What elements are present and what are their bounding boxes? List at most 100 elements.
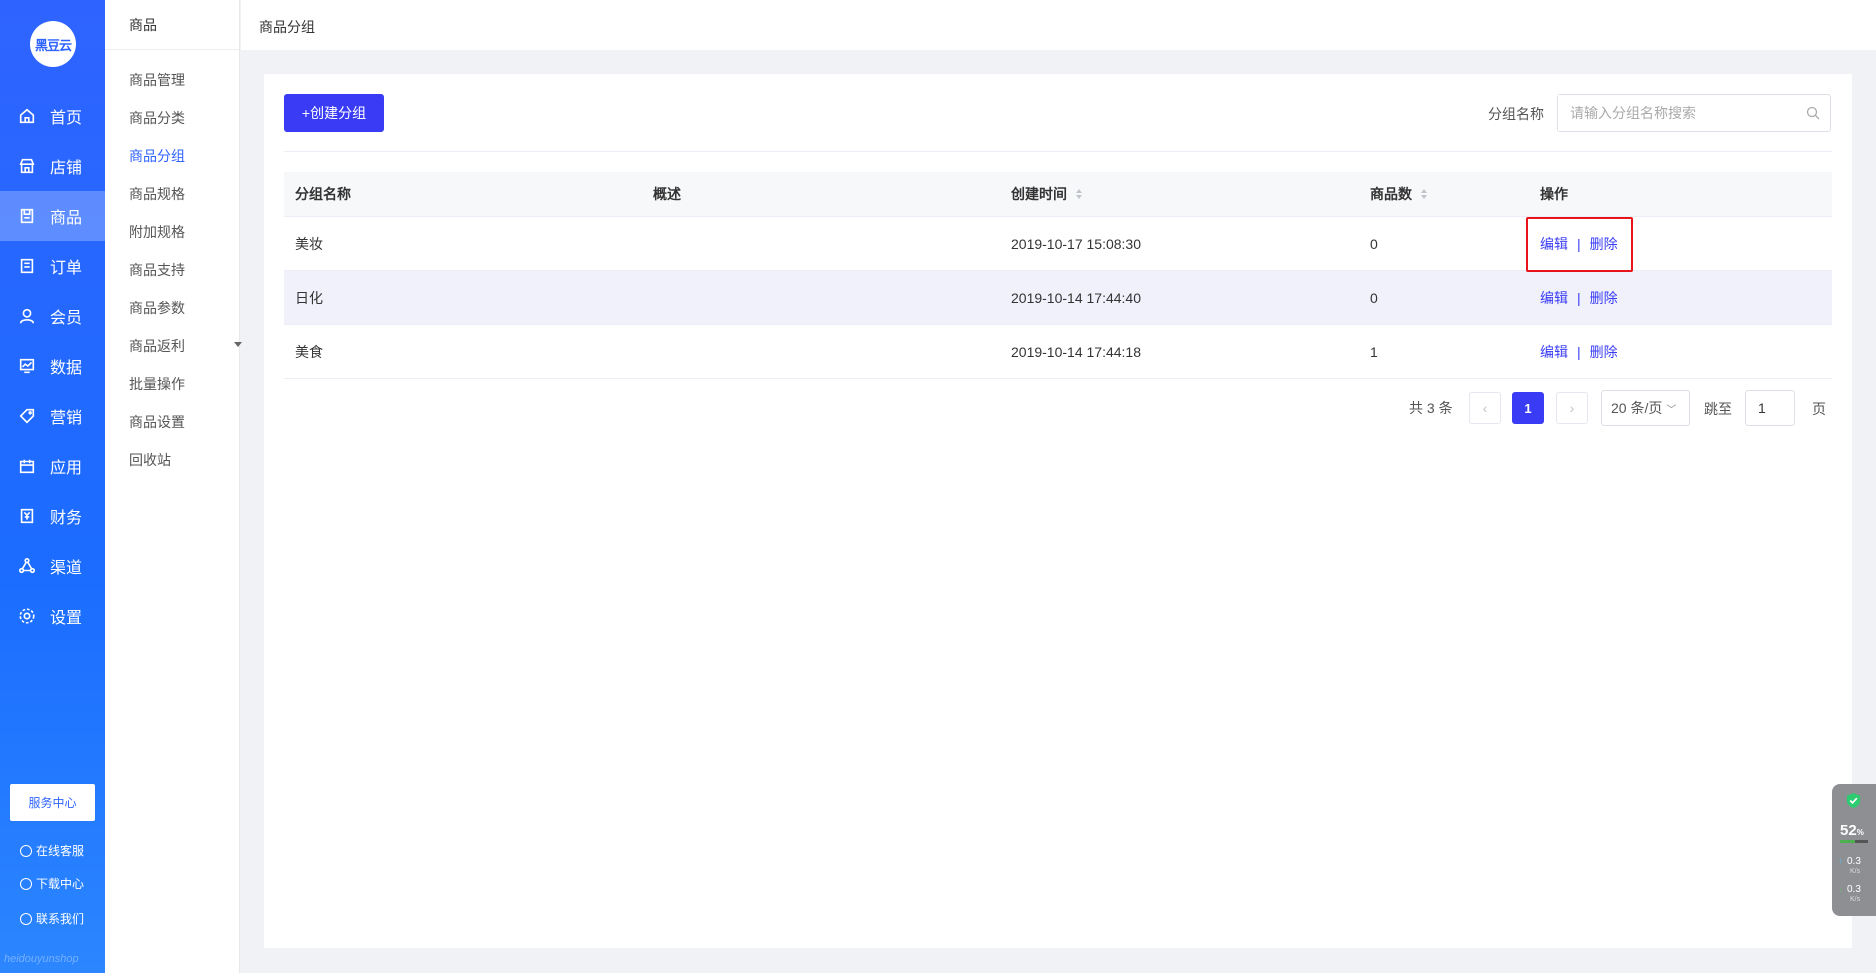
sub-item-goods-settings[interactable]: 商品设置 <box>129 412 185 432</box>
link-label: 联系我们 <box>36 912 85 926</box>
nav-item-apps[interactable]: 应用 <box>0 441 105 491</box>
cell-created: 2019-10-14 17:44:40 <box>1011 289 1141 306</box>
sub-item-goods-params[interactable]: 商品参数 <box>129 298 185 318</box>
sub-item-goods-manage[interactable]: 商品管理 <box>129 70 185 90</box>
cell-created: 2019-10-17 15:08:30 <box>1011 235 1141 252</box>
nav-item-label: 应用 <box>50 460 83 477</box>
app-icon <box>18 457 36 475</box>
pagination-total: 共 3 条 <box>1409 400 1453 416</box>
sub-nav-title: 商品 <box>105 0 239 50</box>
col-header-label: 商品数 <box>1370 186 1412 202</box>
online-service-link[interactable]: 在线客服 <box>20 842 84 859</box>
nav-item-goods[interactable]: 商品 <box>0 191 105 241</box>
memory-bar <box>1840 840 1868 843</box>
store-icon <box>18 157 36 175</box>
nav-item-marketing[interactable]: 营销 <box>0 391 105 441</box>
chart-icon <box>18 357 36 375</box>
contact-us-link[interactable]: 联系我们 <box>20 910 84 927</box>
page-size-value: 20 条/页 <box>1611 400 1663 416</box>
cell-actions: 编辑 | 删除 <box>1540 325 1618 378</box>
nav-item-label: 会员 <box>50 310 83 327</box>
app-logo[interactable]: 黑豆云 <box>30 21 76 67</box>
nav-item-channel[interactable]: 渠道 <box>0 541 105 591</box>
system-monitor-widget[interactable]: 52% ↑ 0.3 K/s ↓ 0.3 K/s <box>1832 784 1876 916</box>
caret-down-icon <box>234 342 242 347</box>
nav-item-finance[interactable]: 财务 <box>0 491 105 541</box>
nav-item-home[interactable]: 首页 <box>0 91 105 141</box>
col-header-created[interactable]: 创建时间 <box>1011 172 1082 216</box>
edit-link[interactable]: 编辑 <box>1540 342 1568 362</box>
sub-item-batch-ops[interactable]: 批量操作 <box>129 374 185 394</box>
col-header-desc: 概述 <box>653 186 681 202</box>
nav-item-order[interactable]: 订单 <box>0 241 105 291</box>
goto-label: 跳至 <box>1704 401 1732 417</box>
cell-name: 美妆 <box>295 235 323 252</box>
service-center-button[interactable]: 服务中心 <box>10 784 95 821</box>
sub-sidebar: 商品 商品管理 商品分类 商品分组 商品规格 附加规格 商品支持 商品参数 商品… <box>105 0 242 973</box>
nav-item-label: 订单 <box>50 260 83 277</box>
member-icon <box>18 307 36 325</box>
next-page-button[interactable]: › <box>1556 392 1588 424</box>
download-speed: ↓ 0.3 K/s <box>1838 884 1861 905</box>
col-header-count[interactable]: 商品数 <box>1370 172 1427 216</box>
nav-item-member[interactable]: 会员 <box>0 291 105 341</box>
col-header-actions: 操作 <box>1540 186 1568 202</box>
order-icon <box>18 257 36 275</box>
download-value: 0.3 <box>1847 884 1861 895</box>
edit-link[interactable]: 编辑 <box>1540 288 1568 308</box>
separator: | <box>1577 343 1581 360</box>
shield-icon <box>1846 792 1861 809</box>
delete-link[interactable]: 删除 <box>1590 288 1618 308</box>
goods-icon <box>18 207 36 225</box>
watermark: heidouyunshop <box>4 953 79 965</box>
nav-item-label: 店铺 <box>50 160 83 177</box>
nav-item-label: 财务 <box>50 510 83 527</box>
memory-percent: 52% <box>1840 822 1864 839</box>
nav-item-data[interactable]: 数据 <box>0 341 105 391</box>
top-header: 商品分组 <box>241 0 1876 50</box>
sub-item-goods-category[interactable]: 商品分类 <box>129 108 185 128</box>
delete-link[interactable]: 删除 <box>1590 342 1618 362</box>
content-card: +创建分组 分组名称 分组名称 概述 创建时间 商品数 操作 美妆 2019-1… <box>264 74 1852 948</box>
channel-icon <box>18 557 36 575</box>
table-header: 分组名称 概述 创建时间 商品数 操作 <box>284 172 1832 217</box>
pagination: 共 3 条 ‹ 1 › 20 条/页 ﹀ 跳至 页 <box>264 390 1852 426</box>
cell-count: 0 <box>1370 289 1378 306</box>
cell-count: 0 <box>1370 235 1378 252</box>
search-label: 分组名称 <box>1488 106 1544 122</box>
cell-name: 日化 <box>295 289 323 306</box>
nav-item-label: 商品 <box>50 210 83 227</box>
sub-item-extra-spec[interactable]: 附加规格 <box>129 222 185 242</box>
download-icon <box>20 877 32 890</box>
main-sidebar: 黑豆云 首页 店铺 商品 订单 会员 数据 营销 应用 财务 渠道 设置 服务中… <box>0 0 105 973</box>
upload-speed: ↑ 0.3 K/s <box>1838 856 1861 877</box>
arrow-up-icon: ↑ <box>1838 856 1843 866</box>
cell-created: 2019-10-14 17:44:18 <box>1011 343 1141 360</box>
page-size-select[interactable]: 20 条/页 ﹀ <box>1601 390 1690 426</box>
col-header-name: 分组名称 <box>295 186 351 202</box>
sub-item-goods-rebate[interactable]: 商品返利 <box>129 336 242 356</box>
table-row: 日化 2019-10-14 17:44:40 0 编辑 | 删除 <box>284 271 1832 325</box>
speed-unit: K/s <box>1850 868 1861 875</box>
home-icon <box>18 107 36 125</box>
nav-item-store[interactable]: 店铺 <box>0 141 105 191</box>
create-group-button[interactable]: +创建分组 <box>284 94 384 132</box>
nav-item-label: 首页 <box>50 110 83 127</box>
chat-icon <box>20 844 32 857</box>
sub-item-recycle-bin[interactable]: 回收站 <box>129 450 171 470</box>
sub-item-goods-spec[interactable]: 商品规格 <box>129 184 185 204</box>
prev-page-button[interactable]: ‹ <box>1469 392 1501 424</box>
search-icon[interactable] <box>1806 106 1820 120</box>
col-header-label: 创建时间 <box>1011 186 1067 202</box>
breadcrumb: 商品分组 <box>259 19 315 35</box>
page-number-button[interactable]: 1 <box>1512 392 1544 424</box>
sort-icon[interactable] <box>1076 188 1082 200</box>
nav-item-settings[interactable]: 设置 <box>0 591 105 641</box>
sub-item-goods-support[interactable]: 商品支持 <box>129 260 185 280</box>
sub-item-goods-group[interactable]: 商品分组 <box>129 146 185 166</box>
search-input[interactable] <box>1558 95 1788 131</box>
download-center-link[interactable]: 下载中心 <box>20 875 84 892</box>
speed-unit: K/s <box>1850 896 1861 903</box>
sort-icon[interactable] <box>1421 188 1427 200</box>
goto-page-input[interactable] <box>1745 390 1795 426</box>
